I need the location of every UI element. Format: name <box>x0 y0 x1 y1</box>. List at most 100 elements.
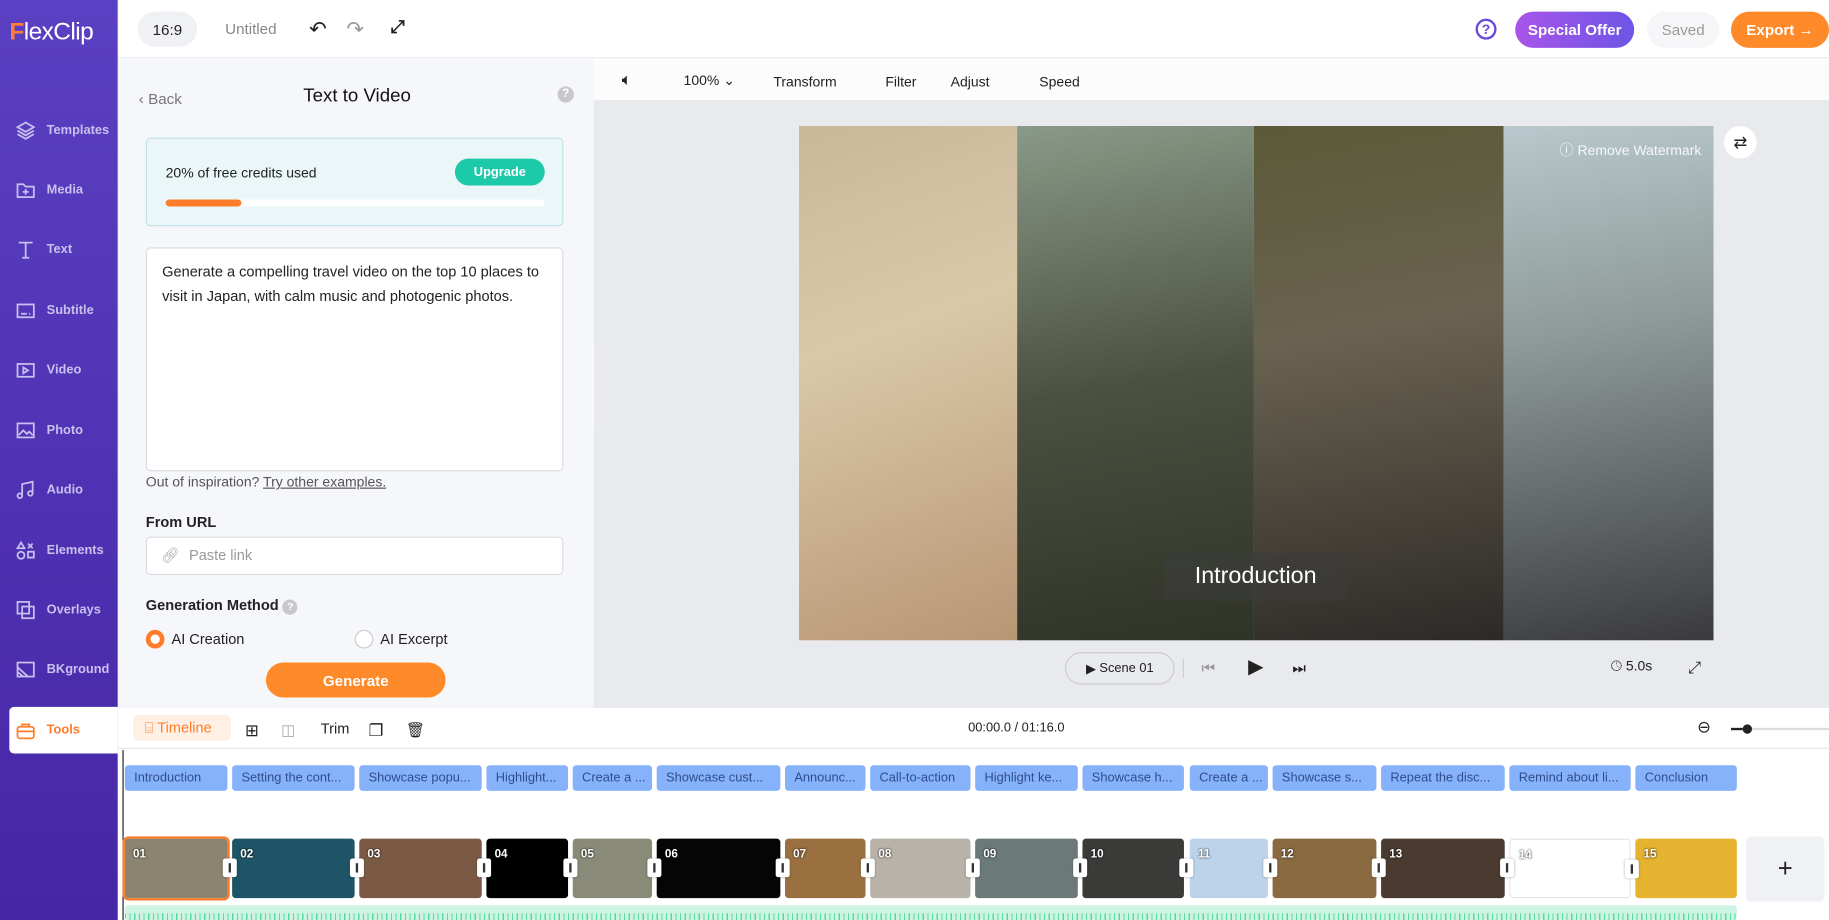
delete-icon[interactable]: 🗑︎ <box>406 721 425 740</box>
project-title[interactable]: Untitled <box>225 20 276 37</box>
zoom-slider-handle[interactable] <box>1742 724 1753 734</box>
sidebar-item-photo[interactable]: Photo <box>0 407 118 454</box>
transition-handle[interactable] <box>1073 858 1088 878</box>
split-icon[interactable]: ◫ <box>281 721 295 740</box>
sidebar-item-elements[interactable]: Elements <box>0 527 118 574</box>
scene-label[interactable]: Conclusion <box>1635 765 1737 791</box>
video-canvas[interactable]: ⓘ Remove Watermark Introduction <box>799 125 1714 641</box>
transition-handle[interactable] <box>222 858 237 878</box>
help-icon[interactable]: ? <box>557 86 574 103</box>
try-examples-link[interactable]: Try other examples. <box>263 474 386 490</box>
scene-label[interactable]: Showcase popu... <box>359 765 482 791</box>
replace-icon[interactable]: ⇄ <box>1724 125 1757 159</box>
scene-label[interactable]: Create a ... <box>1189 765 1268 791</box>
timeline-clip[interactable]: 14 <box>1509 838 1639 899</box>
scene-label[interactable]: Call-to-action <box>870 765 971 791</box>
fullscreen-preview-icon[interactable]: ⤢ <box>1688 658 1701 678</box>
radio-ai-excerpt[interactable]: AI Excerpt <box>354 629 448 649</box>
timeline-clip[interactable]: 08 <box>870 838 980 899</box>
duplicate-icon[interactable]: ❐ <box>369 721 384 741</box>
scene-label[interactable]: Highlight... <box>486 765 569 791</box>
audio-track[interactable] <box>124 905 1737 920</box>
timeline-clip[interactable]: 04 <box>486 838 578 899</box>
redo-icon[interactable]: ↷ <box>346 17 364 41</box>
sidebar-item-overlays[interactable]: Overlays <box>0 587 118 634</box>
caption-text[interactable]: Introduction <box>1164 552 1348 601</box>
transition-handle[interactable] <box>1371 858 1386 878</box>
help-icon[interactable]: ? <box>1475 18 1497 40</box>
scene-label[interactable]: Highlight ke... <box>975 765 1078 791</box>
timeline-clip[interactable]: 11 <box>1189 838 1278 899</box>
sidebar-item-media[interactable]: Media <box>0 167 118 214</box>
timeline-clip[interactable]: 12 <box>1272 838 1386 899</box>
prompt-textarea[interactable]: Generate a compelling travel video on th… <box>145 247 564 472</box>
transition-handle[interactable] <box>477 858 492 878</box>
volume-icon[interactable]: 🔈︎ <box>622 70 632 90</box>
sidebar-item-video[interactable]: Video <box>0 346 118 393</box>
remove-watermark-link[interactable]: ⓘ Remove Watermark <box>1560 140 1702 160</box>
sidebar-item-templates[interactable]: Templates <box>0 107 118 154</box>
zoom-select[interactable]: 100% ⌄ <box>684 72 735 88</box>
timeline-clip[interactable]: 01 <box>122 836 237 901</box>
transition-handle[interactable] <box>1179 858 1194 878</box>
timeline-clip[interactable]: 05 <box>572 838 662 899</box>
scene-label[interactable]: Introduction <box>124 765 228 791</box>
sidebar-item-bkground[interactable]: BKground <box>0 646 118 693</box>
timeline-clip[interactable]: 09 <box>975 838 1088 899</box>
generate-button[interactable]: Generate <box>265 662 446 698</box>
timeline-clip[interactable]: 10 <box>1082 838 1194 899</box>
zoom-out-icon[interactable]: ⊖ <box>1697 717 1711 737</box>
scene-label[interactable]: Announc... <box>785 765 866 791</box>
scene-label[interactable]: Remind about li... <box>1509 765 1631 791</box>
timeline-clip[interactable]: 06 <box>656 838 790 899</box>
sidebar-item-tools[interactable]: Tools <box>9 706 118 754</box>
transition-handle[interactable] <box>775 858 790 878</box>
scene-label[interactable]: Create a ... <box>572 765 653 791</box>
speed-button[interactable]: Speed <box>1039 73 1079 89</box>
duration[interactable]: 🕓︎ 5.0s <box>1611 658 1652 675</box>
scene-label[interactable]: Repeat the disc... <box>1381 765 1505 791</box>
playhead[interactable] <box>122 750 124 920</box>
filter-button[interactable]: Filter <box>885 73 916 89</box>
timeline-toggle[interactable]: ⌸ Timeline <box>132 715 231 741</box>
zoom-slider[interactable] <box>1731 724 1829 734</box>
play-scene-button[interactable]: ▶ Scene 01 <box>1064 652 1175 685</box>
export-button[interactable]: Export → <box>1731 11 1829 48</box>
upgrade-button[interactable]: Upgrade <box>454 158 545 186</box>
scene-label[interactable]: Showcase cust... <box>656 765 781 791</box>
sidebar-item-audio[interactable]: Audio <box>0 467 118 514</box>
sidebar-item-text[interactable]: Text <box>0 226 118 273</box>
transition-handle[interactable] <box>349 858 364 878</box>
transition-handle[interactable] <box>1263 858 1278 878</box>
timeline-clip[interactable]: 15 <box>1635 838 1737 899</box>
fullscreen-icon[interactable]: ⤢ <box>391 17 405 37</box>
special-offer-button[interactable]: Special Offer <box>1515 11 1635 48</box>
add-scene-icon[interactable]: ⊞ <box>245 721 259 741</box>
timeline-clip[interactable]: 07 <box>785 838 875 899</box>
scene-label[interactable]: Setting the cont... <box>232 765 355 791</box>
previous-icon[interactable]: ⏮︎ <box>1201 659 1215 678</box>
transform-button[interactable]: Transform <box>773 73 836 89</box>
transition-handle[interactable] <box>1500 858 1515 878</box>
back-button[interactable]: ‹ Back <box>139 90 182 107</box>
transition-handle[interactable] <box>1624 859 1639 879</box>
url-input[interactable]: 🔗︎ Paste link <box>145 536 564 576</box>
logo[interactable]: FlexClip <box>9 19 93 47</box>
transition-handle[interactable] <box>647 858 662 878</box>
help-icon[interactable]: ? <box>282 599 298 615</box>
transition-handle[interactable] <box>965 858 980 878</box>
sidebar-item-subtitle[interactable]: Subtitle <box>0 287 118 334</box>
radio-ai-creation[interactable]: AI Creation <box>145 629 244 649</box>
add-clip-button[interactable]: + <box>1746 836 1825 902</box>
aspect-ratio-button[interactable]: 16:9 <box>137 11 198 47</box>
play-icon[interactable]: ▶ <box>1248 656 1263 679</box>
transition-handle[interactable] <box>860 858 875 878</box>
adjust-button[interactable]: Adjust <box>951 73 990 89</box>
undo-icon[interactable]: ↶ <box>309 17 327 41</box>
transition-handle[interactable] <box>563 858 578 878</box>
next-icon[interactable]: ⏭︎ <box>1292 659 1306 678</box>
scene-label[interactable]: Showcase h... <box>1082 765 1184 791</box>
scene-label[interactable]: Showcase s... <box>1272 765 1377 791</box>
timeline-clip[interactable]: 02 <box>232 838 364 899</box>
trim-button[interactable]: Trim <box>321 721 350 737</box>
